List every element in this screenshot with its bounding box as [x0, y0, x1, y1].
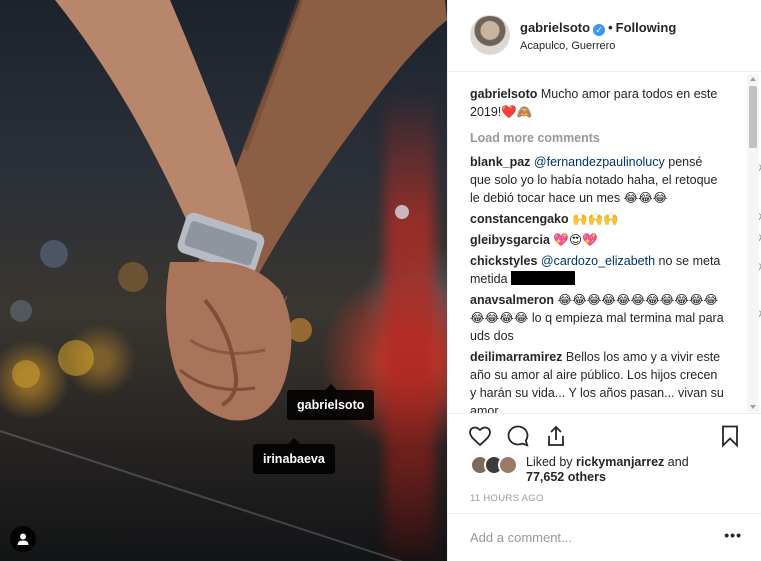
- person-icon: [17, 533, 29, 545]
- header-username[interactable]: gabrielsoto: [520, 20, 590, 35]
- comment-item: anavsalmeron 😂😂😂😂😂😂😂😂😂😂😂😂😂😂😂 lo q empiez…: [470, 291, 761, 345]
- post-side-panel: gabrielsoto ✓ • Following Acapulco, Guerrer…: [447, 0, 761, 561]
- liker-avatars[interactable]: [470, 455, 522, 475]
- liker-username[interactable]: rickymanjarrez: [576, 455, 664, 469]
- comment-username[interactable]: gleibysgarcia: [470, 233, 550, 247]
- more-options-icon[interactable]: •••: [724, 527, 742, 543]
- comment-bubble-icon[interactable]: [506, 424, 530, 448]
- likes-prefix: Liked by: [526, 455, 573, 469]
- post-timestamp[interactable]: 11 HOURS AGO: [470, 493, 544, 504]
- verified-badge-icon: ✓: [593, 24, 606, 36]
- comment-text: 🙌🙌🙌: [572, 212, 619, 226]
- load-more-comments-button[interactable]: Load more comments: [470, 129, 725, 147]
- comment-item: chickstyles @cardozo_elizabeth no se met…: [470, 252, 761, 288]
- post-caption: gabrielsoto Mucho amor para todos en est…: [470, 85, 725, 121]
- comments-list[interactable]: gabrielsoto Mucho amor para todos en est…: [448, 73, 761, 413]
- comment-mention[interactable]: @fernandezpaulinolucy: [534, 155, 665, 169]
- holding-hands-illustration: [55, 0, 447, 421]
- following-button[interactable]: Following: [616, 20, 677, 35]
- comment-mention[interactable]: @cardozo_elizabeth: [541, 254, 655, 268]
- comment-username[interactable]: deilimarramirez: [470, 350, 562, 364]
- avatar[interactable]: [470, 15, 510, 55]
- bookmark-save-icon[interactable]: [718, 424, 742, 448]
- comment-username[interactable]: anavsalmeron: [470, 293, 554, 307]
- scroll-up-arrow-icon[interactable]: [750, 77, 756, 81]
- scrollbar-thumb[interactable]: [749, 86, 757, 148]
- add-comment-box[interactable]: Add a comment... •••: [448, 513, 761, 561]
- scroll-down-arrow-icon[interactable]: [750, 405, 756, 409]
- photo-user-tag-irinabaeva[interactable]: irinabaeva: [253, 438, 335, 474]
- location-link[interactable]: Acapulco, Guerrero: [520, 40, 615, 52]
- likes-text: Liked by rickymanjarrez and 77,652 other…: [526, 455, 706, 485]
- comment-item: blank_paz @fernandezpaulinolucy pensé qu…: [470, 153, 761, 207]
- post-actions-bar: [448, 413, 761, 455]
- instagram-post: gabrielsoto irinabaeva gabrielsoto ✓ • Foll…: [0, 0, 761, 561]
- avatar: [498, 455, 518, 475]
- likes-and: and: [667, 455, 689, 469]
- comment-item: gleibysgarcia 💖😍💖: [470, 231, 761, 249]
- comment-item: constancengako 🙌🙌🙌: [470, 210, 761, 228]
- comment-username[interactable]: constancengako: [470, 212, 569, 226]
- comment-item: deilimarramirez Bellos los amo y a vivir…: [470, 348, 725, 413]
- caption-username[interactable]: gabrielsoto: [470, 87, 537, 101]
- comment-username[interactable]: blank_paz: [470, 155, 530, 169]
- add-comment-input[interactable]: Add a comment...: [470, 530, 572, 545]
- header-separator: •: [608, 20, 613, 35]
- comments-scrollbar[interactable]: [747, 74, 759, 412]
- likes-count[interactable]: 77,652 others: [526, 470, 606, 484]
- redacted-text-block: [511, 271, 576, 285]
- comment-username[interactable]: chickstyles: [470, 254, 537, 268]
- comment-text: 💖😍💖: [553, 233, 598, 247]
- header-user-line: gabrielsoto ✓ • Following: [520, 20, 676, 36]
- tagged-users-button[interactable]: [10, 526, 36, 552]
- post-header: gabrielsoto ✓ • Following Acapulco, Guerrer…: [448, 0, 761, 72]
- post-photo[interactable]: gabrielsoto irinabaeva: [0, 0, 447, 561]
- like-heart-icon[interactable]: [468, 424, 492, 448]
- share-icon[interactable]: [544, 424, 568, 448]
- photo-user-tag-gabrielsoto[interactable]: gabrielsoto: [287, 384, 375, 420]
